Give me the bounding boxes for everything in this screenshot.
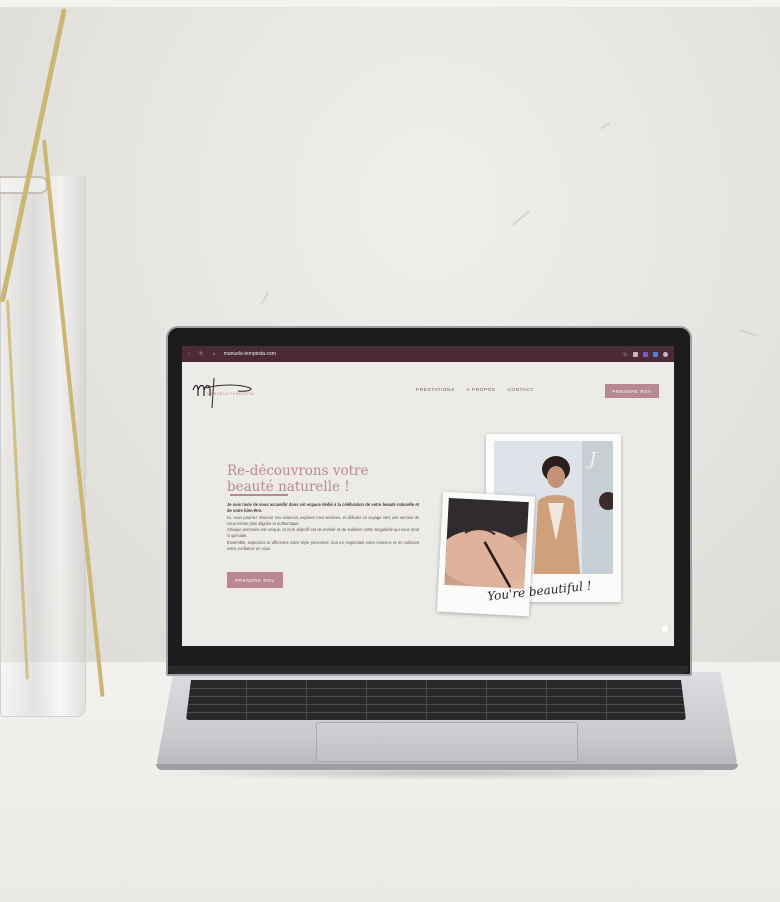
wall-crack bbox=[511, 210, 531, 226]
key-col-divider bbox=[486, 680, 487, 720]
trackpad bbox=[316, 722, 578, 762]
wall-crack bbox=[260, 291, 270, 305]
browser-nav-icons[interactable]: ‹ ↻ ⌂ bbox=[188, 351, 220, 357]
key-col-divider bbox=[246, 680, 247, 720]
key-col-divider bbox=[366, 680, 367, 720]
key-col-divider bbox=[306, 680, 307, 720]
photo-eye-makeup bbox=[444, 497, 529, 590]
hero-paragraph: Ensemble, explorons et affirmons votre s… bbox=[227, 539, 419, 552]
menu-item-contact[interactable]: CONTACT bbox=[507, 388, 533, 393]
book-appointment-button-header[interactable]: PRENDRE RDV bbox=[605, 384, 659, 398]
extension-icon[interactable] bbox=[653, 351, 658, 357]
key-row-divider bbox=[186, 688, 686, 689]
key-col-divider bbox=[606, 680, 607, 720]
title-underline bbox=[230, 494, 288, 496]
hero-intro: Je suis ravie de vous accueillir dans ce… bbox=[227, 502, 419, 514]
laptop-hinge bbox=[168, 666, 688, 674]
menu-item-prestations[interactable]: PRESTATIONS bbox=[416, 388, 455, 393]
browser-tools: ☆ bbox=[623, 351, 668, 358]
site-logo[interactable] bbox=[190, 374, 262, 408]
main-menu: PRESTATIONS A PROPOS CONTACT bbox=[416, 388, 534, 393]
extension-icon[interactable] bbox=[643, 351, 648, 357]
hero-text: Je suis ravie de vous accueillir dans ce… bbox=[227, 502, 419, 552]
keyboard bbox=[186, 680, 686, 720]
hero-paragraph: Ici, vous pourrez réserver vos séances, … bbox=[227, 514, 419, 526]
top-border bbox=[0, 0, 780, 7]
logo-name: MANUELA TEMPESTA bbox=[207, 392, 254, 396]
hero-paragraph: Chaque personne est unique, et mon objec… bbox=[227, 527, 419, 539]
key-row-divider bbox=[186, 696, 686, 697]
key-row-divider bbox=[186, 704, 686, 705]
key-col-divider bbox=[546, 680, 547, 720]
profile-icon[interactable] bbox=[663, 351, 668, 357]
extension-icon[interactable] bbox=[633, 351, 638, 357]
laptop-front-edge bbox=[156, 764, 738, 770]
photo-scene bbox=[444, 497, 529, 588]
key-col-divider bbox=[426, 680, 427, 720]
star-icon[interactable]: ☆ bbox=[623, 351, 628, 358]
menu-item-a-propos[interactable]: A PROPOS bbox=[467, 388, 496, 393]
key-row-divider bbox=[186, 712, 686, 713]
wall-crack bbox=[600, 122, 610, 130]
book-appointment-button[interactable]: PRENDRE RDV bbox=[227, 572, 283, 588]
scroll-top-button[interactable] bbox=[662, 626, 668, 632]
wall-crack bbox=[740, 328, 758, 338]
hero-title: Re-découvrons votre beauté naturelle ! bbox=[227, 463, 369, 495]
url-bar[interactable]: manuela-tempesta.com bbox=[224, 351, 276, 357]
browser-toolbar: ‹ ↻ ⌂ manuela-tempesta.com ☆ bbox=[182, 346, 674, 362]
laptop-screen: ‹ ↻ ⌂ manuela-tempesta.com ☆ MANUELA TEM… bbox=[182, 346, 674, 646]
